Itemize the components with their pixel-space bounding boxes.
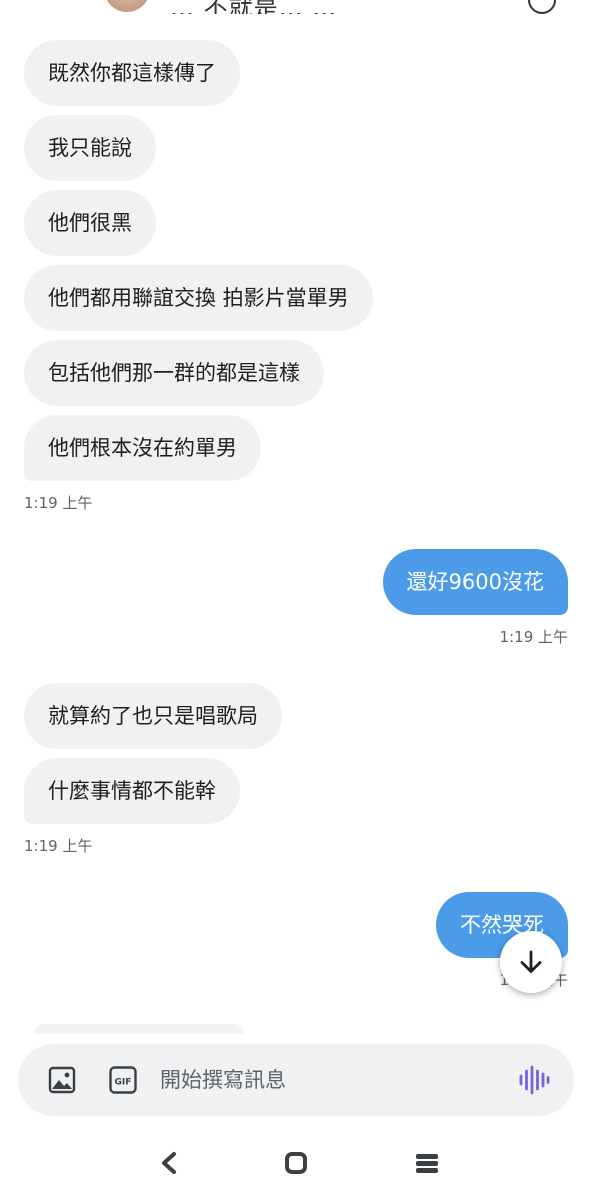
incoming-message[interactable]: 他們都用聯誼交換 拍影片當單男 <box>24 265 373 331</box>
message-timestamp: 1:19 上午 <box>24 837 93 855</box>
info-icon[interactable] <box>528 0 556 14</box>
message-timestamp: 1:19 上午 <box>499 628 568 646</box>
gif-icon[interactable]: GIF <box>109 1066 137 1094</box>
voice-wave-icon[interactable] <box>518 1065 550 1095</box>
incoming-message[interactable]: 既然你都這樣傳了 <box>24 40 240 106</box>
nav-recents-icon[interactable] <box>414 1150 440 1176</box>
scroll-to-bottom-button[interactable] <box>500 931 562 993</box>
nav-back-icon[interactable] <box>158 1150 180 1176</box>
gif-label: GIF <box>115 1078 132 1088</box>
incoming-message[interactable]: 就算約了也只是唱歌局 <box>24 683 282 749</box>
conversation-title: … 不就是… … <box>170 0 338 14</box>
incoming-message[interactable]: 包括他們那一群的都是這樣 <box>24 340 324 406</box>
contact-avatar[interactable] <box>104 0 150 12</box>
message-input[interactable]: 開始撰寫訊息 <box>160 1044 286 1116</box>
incoming-message[interactable]: 他們根本沒在約單男 <box>24 415 261 481</box>
message-composer: GIF 開始撰寫訊息 <box>18 1044 574 1116</box>
message-timestamp: 1:19 上午 <box>24 494 93 512</box>
partial-message-bubble <box>34 1024 244 1034</box>
incoming-message[interactable]: 他們很黑 <box>24 190 156 256</box>
incoming-message[interactable]: 我只能說 <box>24 115 156 181</box>
image-icon[interactable] <box>48 1066 76 1094</box>
conversation-header: … 不就是… … <box>0 0 592 14</box>
incoming-message[interactable]: 什麼事情都不能幹 <box>24 758 240 824</box>
outgoing-message[interactable]: 還好9600沒花 <box>382 549 568 615</box>
nav-home-icon[interactable] <box>284 1150 308 1176</box>
arrow-down-icon <box>520 950 542 973</box>
